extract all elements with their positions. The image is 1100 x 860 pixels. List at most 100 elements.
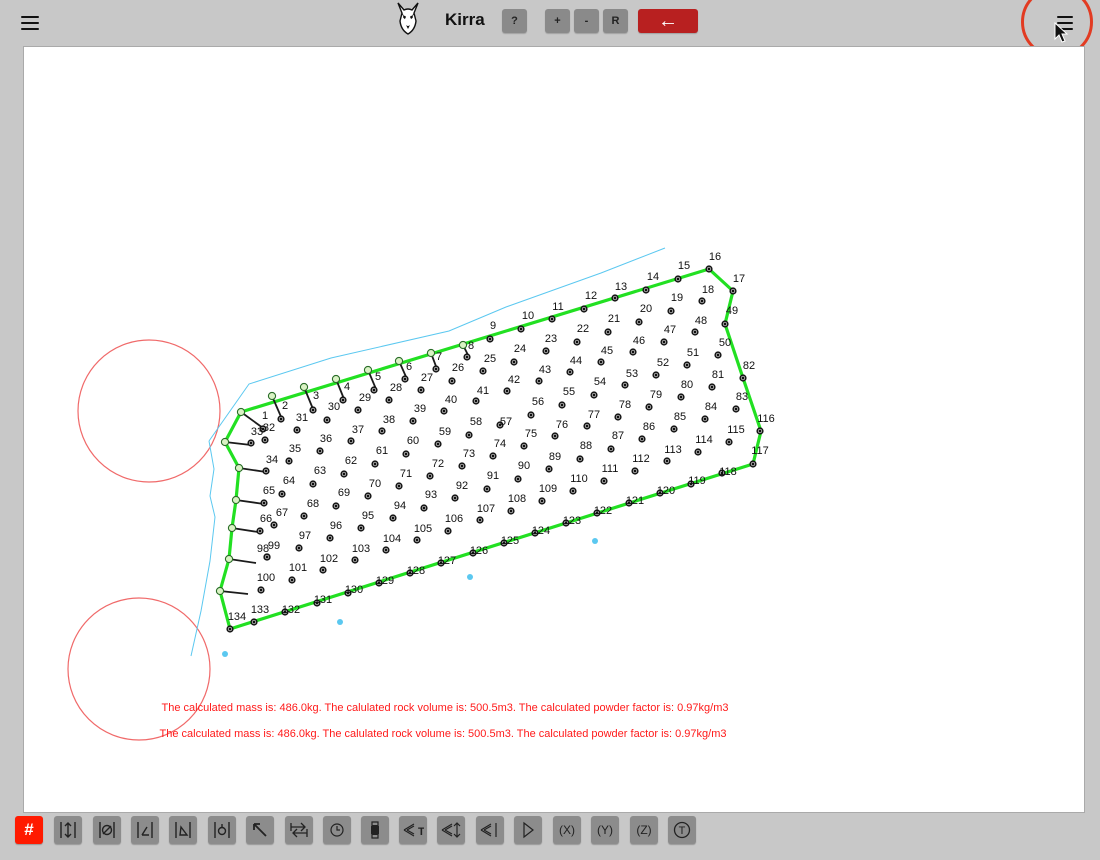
blast-hole[interactable] — [463, 353, 471, 361]
watch-tool-button[interactable] — [361, 816, 389, 844]
blast-hole[interactable] — [300, 512, 308, 520]
swap-arrows-tool-button[interactable] — [285, 816, 313, 844]
blast-hole[interactable] — [725, 438, 733, 446]
blast-pattern-plot[interactable]: 1234567891011121314151617181920212223242… — [24, 47, 1084, 812]
blast-hole[interactable] — [378, 427, 386, 435]
blast-hole[interactable] — [256, 527, 264, 535]
blast-hole[interactable] — [451, 494, 459, 502]
blast-hole[interactable] — [590, 391, 598, 399]
blast-hole[interactable] — [371, 460, 379, 468]
clock-tool-button[interactable] — [323, 816, 351, 844]
blast-hole[interactable] — [347, 437, 355, 445]
blast-hole[interactable] — [638, 435, 646, 443]
blast-hole[interactable] — [340, 470, 348, 478]
blast-hole[interactable] — [444, 527, 452, 535]
blast-hole[interactable] — [545, 465, 553, 473]
blast-hole[interactable] — [486, 335, 494, 343]
blast-hole[interactable] — [332, 502, 340, 510]
blast-hole[interactable] — [510, 358, 518, 366]
blast-hole[interactable] — [226, 625, 234, 633]
zoom-out-button[interactable]: - — [574, 9, 599, 33]
blast-hole[interactable] — [600, 477, 608, 485]
blast-hole[interactable] — [670, 425, 678, 433]
blast-hole[interactable] — [409, 417, 417, 425]
blast-hole[interactable] — [663, 457, 671, 465]
diameter-tool-button[interactable] — [93, 816, 121, 844]
arrow-up-left-tool-button[interactable] — [246, 816, 274, 844]
blast-hole[interactable] — [607, 445, 615, 453]
text-circle-tool-button[interactable]: T — [668, 816, 696, 844]
blast-hole[interactable] — [479, 367, 487, 375]
subdrill-tool-button[interactable] — [208, 816, 236, 844]
x-coordinate-tool-button[interactable]: (X) — [553, 816, 581, 844]
blast-hole[interactable] — [551, 432, 559, 440]
blast-hole[interactable] — [535, 377, 543, 385]
blast-hole[interactable] — [277, 415, 285, 423]
blast-hole[interactable] — [714, 351, 722, 359]
blast-hole[interactable] — [573, 338, 581, 346]
blast-hole[interactable] — [288, 576, 296, 584]
blast-hole[interactable] — [642, 286, 650, 294]
blast-hole[interactable] — [701, 415, 709, 423]
blast-hole[interactable] — [293, 426, 301, 434]
blast-hole[interactable] — [385, 396, 393, 404]
blast-hole[interactable] — [721, 320, 729, 328]
blast-hole[interactable] — [309, 480, 317, 488]
play-triangle-tool-button[interactable] — [514, 816, 542, 844]
help-button[interactable]: ? — [502, 9, 527, 33]
blast-hole[interactable] — [652, 371, 660, 379]
blast-hole[interactable] — [260, 499, 268, 507]
blast-hole[interactable] — [611, 294, 619, 302]
blast-hole[interactable] — [542, 347, 550, 355]
blast-hole[interactable] — [339, 396, 347, 404]
blast-hole[interactable] — [705, 265, 713, 273]
blast-hole[interactable] — [614, 413, 622, 421]
blast-hole[interactable] — [749, 460, 757, 468]
blast-hole[interactable] — [691, 328, 699, 336]
blast-hole[interactable] — [729, 287, 737, 295]
blast-hole[interactable] — [448, 377, 456, 385]
blast-hole[interactable] — [517, 325, 525, 333]
blast-hole[interactable] — [370, 386, 378, 394]
blast-hole[interactable] — [507, 507, 515, 515]
blast-hole[interactable] — [621, 381, 629, 389]
blast-hole[interactable] — [323, 416, 331, 424]
blast-hole[interactable] — [402, 450, 410, 458]
z-coordinate-tool-button[interactable]: (Z) — [630, 816, 658, 844]
blast-hole[interactable] — [635, 318, 643, 326]
blast-hole[interactable] — [417, 386, 425, 394]
blast-hole[interactable] — [263, 553, 271, 561]
blast-hole[interactable] — [569, 487, 577, 495]
zoom-in-button[interactable]: + — [545, 9, 570, 33]
blast-hole[interactable] — [413, 536, 421, 544]
blast-hole[interactable] — [295, 544, 303, 552]
bearing-angle-tool-button[interactable] — [169, 816, 197, 844]
blast-hole[interactable] — [558, 401, 566, 409]
blast-hole[interactable] — [538, 497, 546, 505]
back-button[interactable]: ← — [638, 9, 698, 33]
blast-hole[interactable] — [432, 365, 440, 373]
blast-hole[interactable] — [629, 348, 637, 356]
blast-hole[interactable] — [270, 521, 278, 529]
blast-hole[interactable] — [262, 467, 270, 475]
blast-hole[interactable] — [503, 387, 511, 395]
blast-hole[interactable] — [357, 524, 365, 532]
blast-hole[interactable] — [316, 447, 324, 455]
blast-hole[interactable] — [483, 485, 491, 493]
blast-hole[interactable] — [247, 439, 255, 447]
blast-hole[interactable] — [631, 467, 639, 475]
blast-hole[interactable] — [527, 411, 535, 419]
tie-end-tool-button[interactable] — [476, 816, 504, 844]
blast-hole[interactable] — [694, 448, 702, 456]
blast-hole[interactable] — [309, 406, 317, 414]
vertical-measure-tool-button[interactable] — [54, 816, 82, 844]
blast-hole[interactable] — [395, 482, 403, 490]
blast-hole[interactable] — [583, 422, 591, 430]
drawing-canvas[interactable]: 1 2 3 4 5 6 7 8 9 10 11 12 13 14 15 16 17 18 19 20 21 22 23 24 2… — [23, 46, 1085, 813]
blast-hole[interactable] — [580, 305, 588, 313]
blast-hole[interactable] — [285, 457, 293, 465]
blast-hole[interactable] — [708, 383, 716, 391]
blast-hole[interactable] — [472, 397, 480, 405]
blast-hole[interactable] — [382, 546, 390, 554]
blast-hole[interactable] — [389, 514, 397, 522]
